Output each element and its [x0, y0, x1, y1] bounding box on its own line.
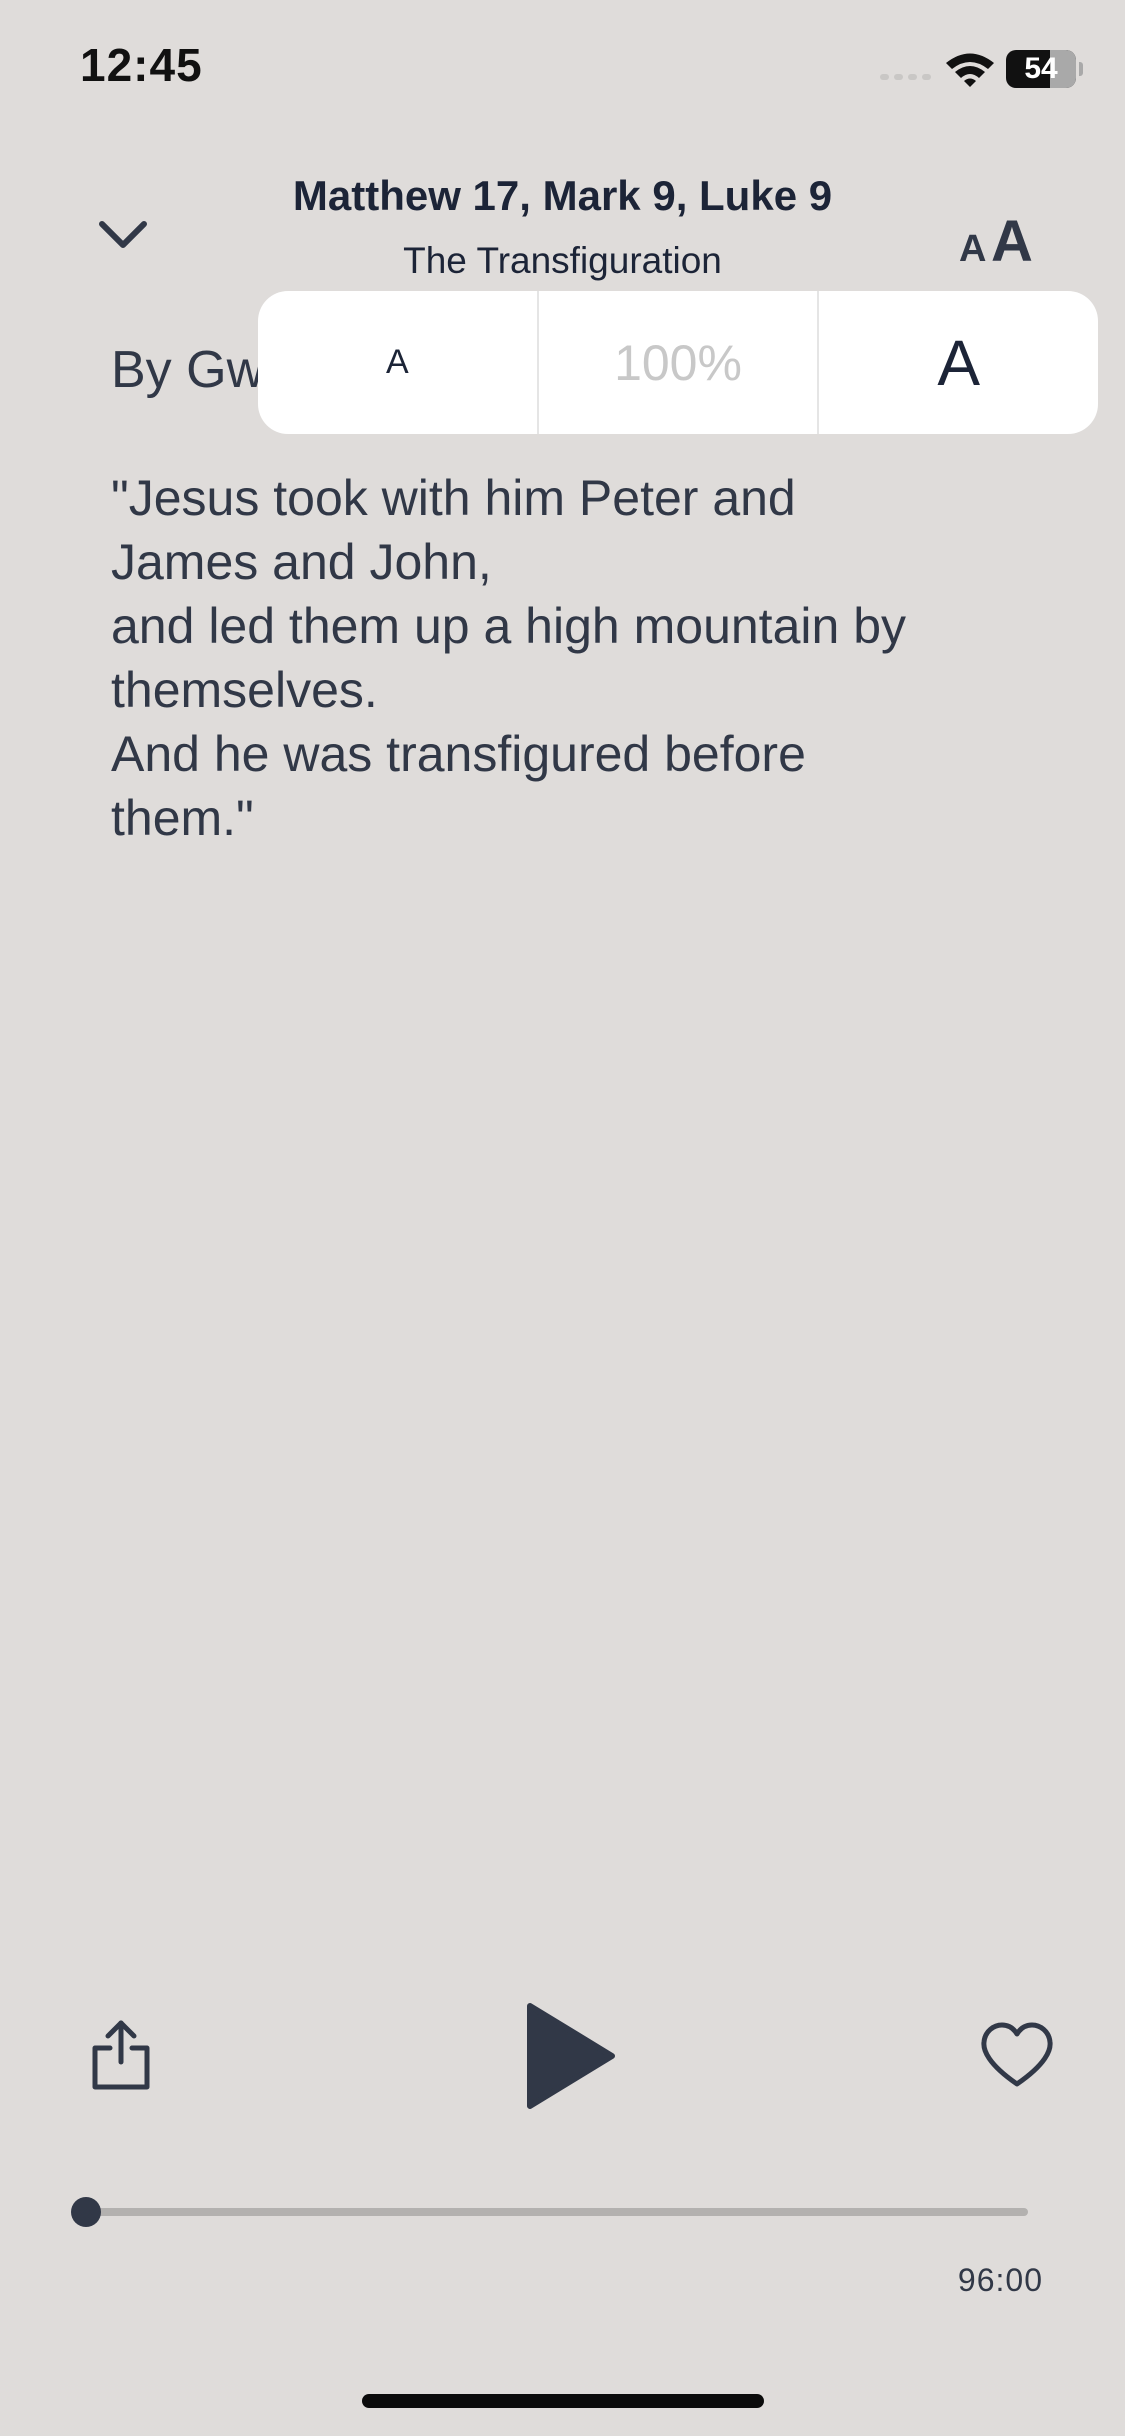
font-size-percent-label: 100%: [614, 334, 742, 391]
progress-slider[interactable]: [71, 2197, 1028, 2227]
passage-text: "Jesus took with him Peter and James and…: [111, 466, 1011, 850]
text-size-button[interactable]: A A: [955, 206, 1075, 276]
font-size-popover: A 100% A: [258, 291, 1098, 434]
passage-line: themselves.: [111, 662, 378, 718]
passage-line: and led them up a high mountain by: [111, 598, 906, 654]
share-icon[interactable]: [90, 2016, 152, 2092]
byline: By Gw: [111, 341, 265, 399]
play-icon[interactable]: [520, 2000, 620, 2112]
heart-icon[interactable]: [980, 2022, 1054, 2088]
font-size-percent: 100%: [539, 291, 820, 434]
battery-icon: 54: [1006, 50, 1083, 88]
passage-line: And he was transfigured before: [111, 726, 806, 782]
battery-level: 54: [1024, 52, 1058, 85]
status-time: 12:45: [80, 39, 203, 91]
passage-line: James and John,: [111, 534, 492, 590]
increase-font-label: A: [937, 326, 981, 399]
decrease-font-button[interactable]: A: [258, 291, 539, 434]
passage-line: "Jesus took with him Peter and: [111, 470, 796, 526]
text-size-icon: A: [959, 228, 987, 270]
increase-font-button[interactable]: A: [819, 291, 1098, 434]
home-indicator: [362, 2394, 764, 2408]
cellular-signal-icon: [880, 74, 931, 80]
wifi-icon: [946, 53, 994, 87]
passage-line: them.": [111, 790, 254, 846]
duration-label: 96:00: [957, 2262, 1043, 2298]
progress-thumb[interactable]: [71, 2197, 101, 2227]
decrease-font-label: A: [385, 343, 409, 381]
